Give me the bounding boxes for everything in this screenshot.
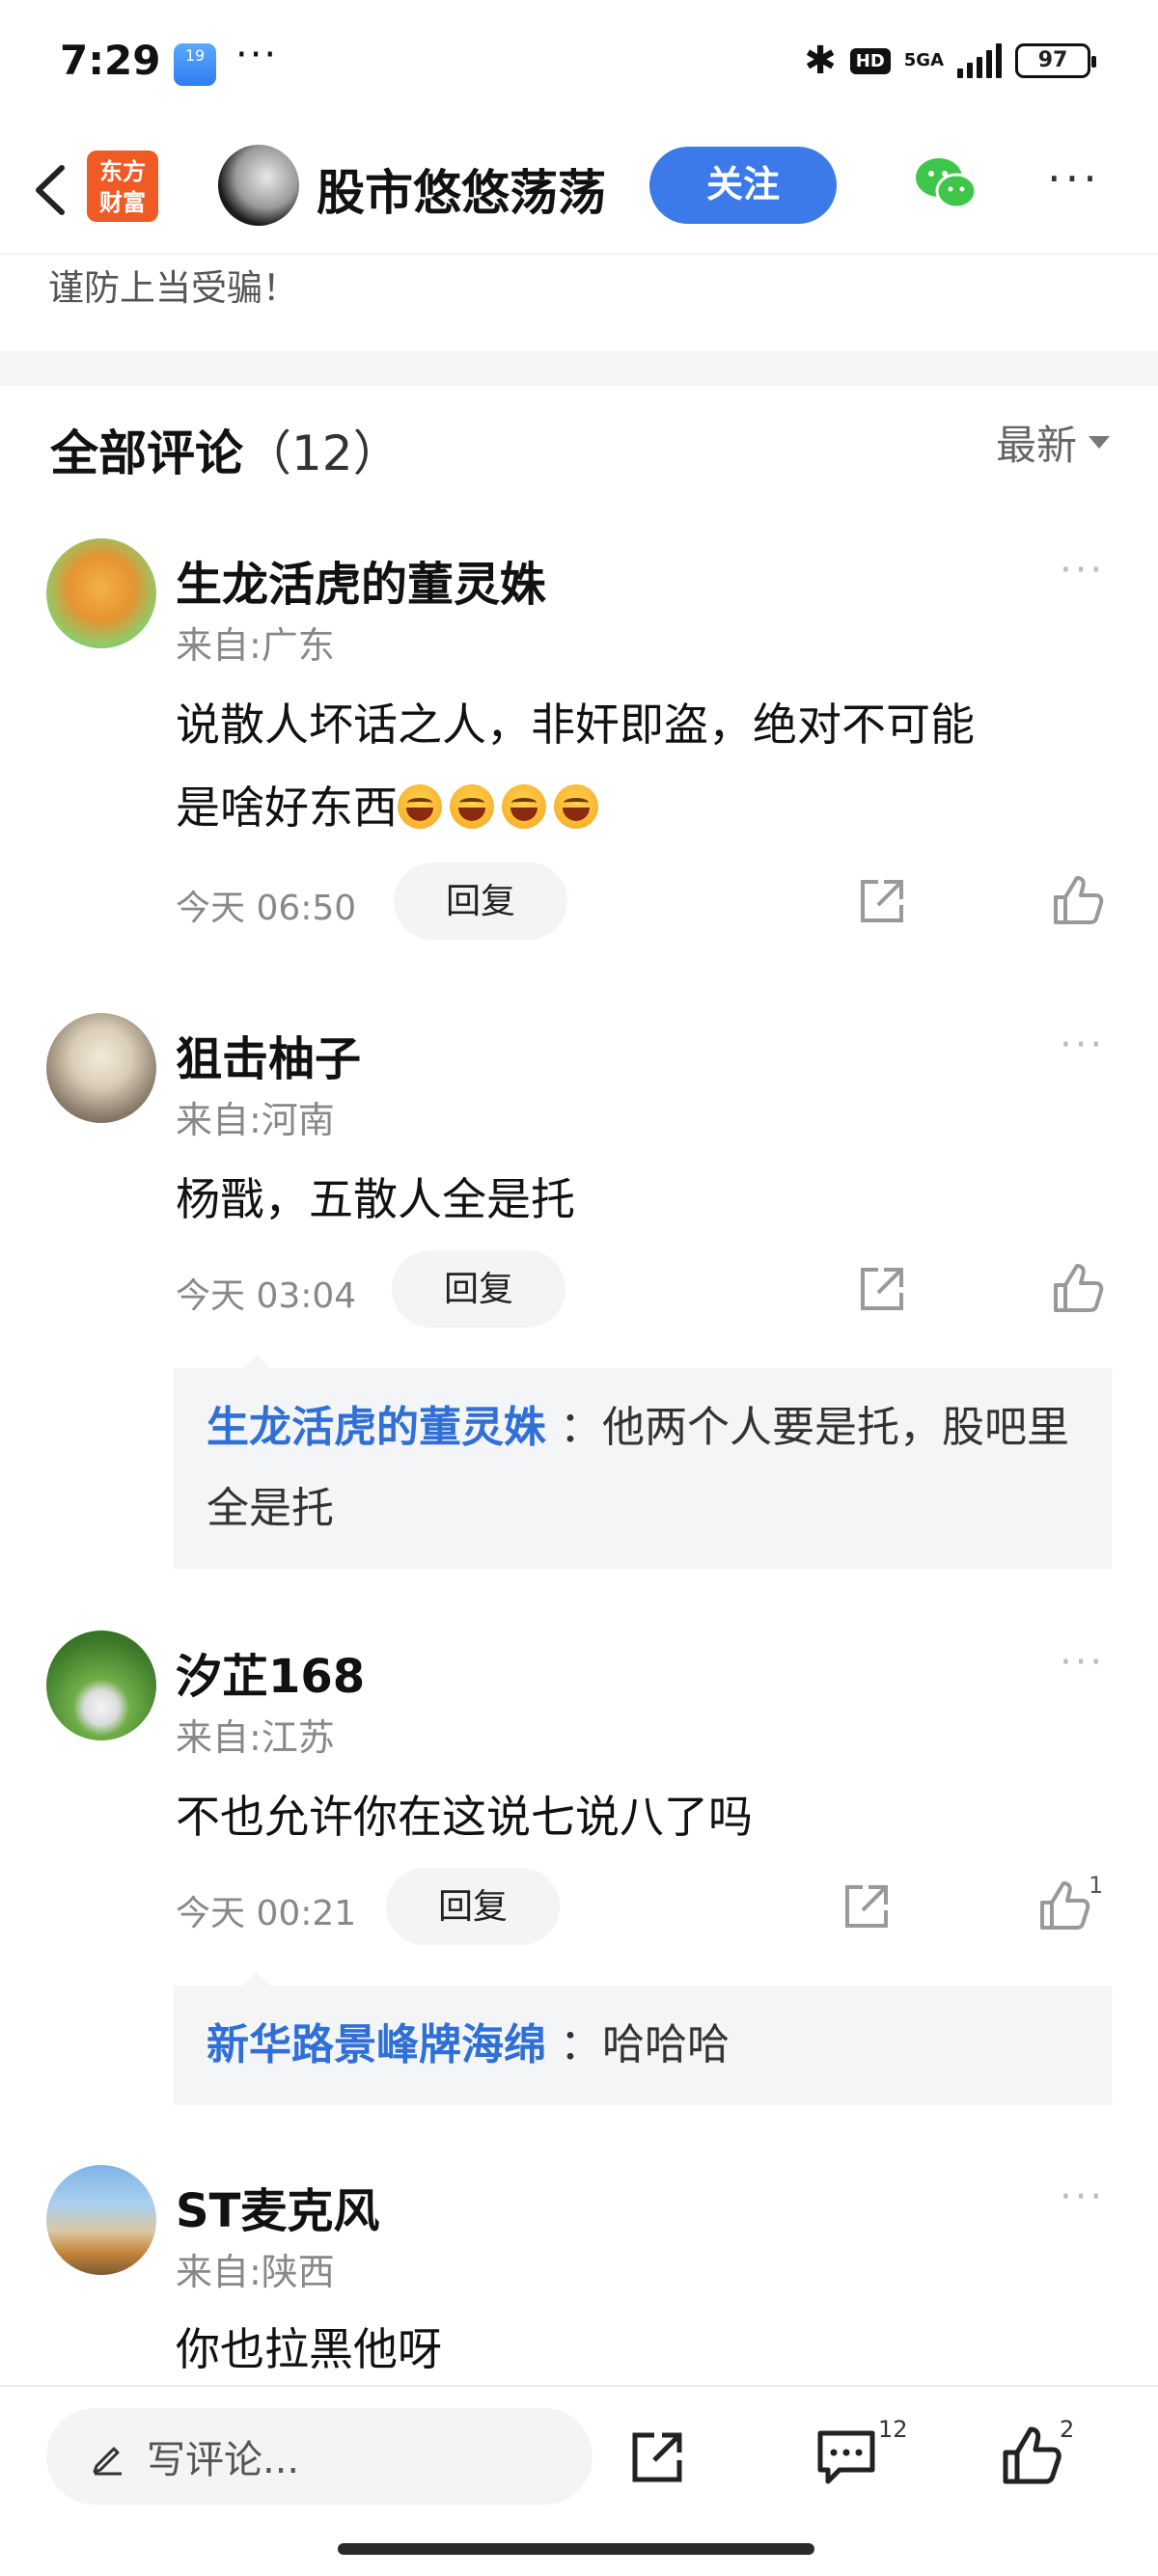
comment-author[interactable]: 汐芷168: [176, 1638, 365, 1706]
share-icon[interactable]: [855, 1262, 909, 1316]
status-indicators: ✱ HD 5GA 97: [804, 39, 1096, 83]
comment-author[interactable]: 狙击柚子: [176, 1021, 361, 1088]
home-indicator[interactable]: [338, 2543, 814, 2555]
app-logo[interactable]: 东方 财富: [87, 151, 158, 222]
comment-author[interactable]: ST麦克风: [176, 2173, 379, 2240]
bluetooth-icon: ✱: [804, 39, 837, 83]
comment-body: 杨戬，五散人全是托: [176, 1173, 575, 1225]
divider: [0, 253, 1158, 255]
comment-location: 来自:江苏: [176, 1716, 335, 1759]
page-title[interactable]: 股市悠悠荡荡: [317, 154, 606, 224]
share-icon[interactable]: [627, 2425, 689, 2487]
pencil-icon: [93, 2447, 122, 2476]
status-more-icon: ···: [235, 33, 279, 77]
like-icon[interactable]: [1050, 1260, 1106, 1316]
reply-button[interactable]: 回复: [386, 1868, 560, 1945]
like-count-badge: 2: [1060, 2416, 1075, 2443]
like-count: 1: [1089, 1872, 1104, 1899]
laughing-emoji-icon: [502, 784, 546, 829]
network-type: 5GA: [903, 50, 944, 70]
comment-location: 来自:河南: [176, 1099, 335, 1141]
comment-body: 说散人坏话之人，非奸即盗，绝对不可能 是啥好东西: [176, 683, 1121, 849]
comment-input-placeholder: 写评论...: [147, 2438, 300, 2482]
logo-text-top: 东方: [99, 158, 146, 185]
comment-body-line: 说散人坏话之人，非奸即盗，绝对不可能: [176, 699, 975, 751]
sub-reply-author[interactable]: 新华路景峰牌海绵: [207, 2020, 546, 2069]
comment-author[interactable]: 生龙活虎的董灵姝: [176, 546, 546, 614]
section-divider: [0, 351, 1158, 386]
status-time: 7:29: [60, 37, 161, 84]
reply-button[interactable]: 回复: [392, 1250, 565, 1328]
comment-more-icon[interactable]: ···: [1060, 1640, 1105, 1685]
comment-more-icon[interactable]: ···: [1060, 1023, 1105, 1067]
comment-count-badge: 12: [878, 2416, 908, 2443]
bottom-action-bar: 写评论... 12 2: [0, 2385, 1158, 2576]
follow-button[interactable]: 关注: [649, 147, 837, 224]
avatar[interactable]: [46, 538, 156, 648]
hd-icon: HD: [849, 47, 891, 74]
sub-reply-text: ：哈哈哈: [560, 2020, 730, 2069]
reply-caret: [243, 1355, 270, 1368]
reply-caret: [243, 1972, 270, 1986]
battery-icon: 97: [1015, 43, 1096, 78]
like-icon[interactable]: [1050, 872, 1106, 928]
comment-more-icon[interactable]: ···: [1060, 548, 1105, 592]
like-icon[interactable]: [1000, 2424, 1063, 2487]
comment-more-icon[interactable]: ···: [1060, 2175, 1105, 2219]
laughing-emoji-icon: [554, 784, 598, 829]
status-bar: 7:29 19 ··· ✱ HD 5GA 97: [0, 0, 1158, 125]
comment-location: 来自:陕西: [176, 2251, 335, 2293]
comment-time: 今天 00:21: [176, 1894, 357, 1933]
reply-button[interactable]: 回复: [394, 863, 567, 940]
author-avatar[interactable]: [218, 145, 299, 226]
comment-body-text: 是啥好东西: [176, 781, 398, 834]
comment-time: 今天 06:50: [176, 889, 357, 928]
avatar[interactable]: [46, 1631, 156, 1740]
comment-input[interactable]: 写评论...: [46, 2408, 593, 2505]
share-icon[interactable]: [840, 1879, 894, 1933]
sub-reply[interactable]: 生龙活虎的董灵姝 ：他两个人要是托，股吧里全是托: [174, 1368, 1112, 1569]
sub-reply-author[interactable]: 生龙活虎的董灵姝: [207, 1403, 546, 1452]
more-options-icon[interactable]: ···: [1047, 156, 1101, 201]
comments-count: （12）: [243, 425, 401, 481]
article-tail-text: 谨防上当受骗！: [48, 267, 298, 309]
laughing-emoji-icon: [398, 784, 442, 829]
comment-body: 你也拉黑他呀: [176, 2323, 442, 2375]
logo-text-bottom: 财富: [99, 189, 146, 216]
avatar[interactable]: [46, 1013, 156, 1123]
wechat-share-icon[interactable]: [912, 154, 979, 212]
comment-time: 今天 03:04: [176, 1276, 357, 1316]
comment-body-line: 是啥好东西: [176, 766, 1121, 849]
comment-icon[interactable]: [814, 2425, 878, 2487]
weather-app-icon: 19: [174, 43, 216, 86]
caret-down-icon: [1089, 436, 1110, 449]
back-arrow-icon[interactable]: [21, 156, 79, 224]
like-icon[interactable]: [1036, 1877, 1092, 1933]
signal-icon: [957, 43, 1002, 78]
laughing-emoji-icon: [450, 784, 494, 829]
comment-body: 不也允许你在这说七说八了吗: [176, 1791, 753, 1843]
comments-title: 全部评论: [50, 425, 243, 481]
share-icon[interactable]: [855, 874, 909, 928]
avatar[interactable]: [46, 2165, 156, 2275]
comments-header: 全部评论（12）: [50, 415, 401, 484]
sort-dropdown[interactable]: 最新: [996, 413, 1110, 472]
comment-location: 来自:广东: [176, 624, 335, 667]
sort-label: 最新: [995, 422, 1077, 469]
sub-reply[interactable]: 新华路景峰牌海绵 ：哈哈哈: [174, 1986, 1112, 2105]
